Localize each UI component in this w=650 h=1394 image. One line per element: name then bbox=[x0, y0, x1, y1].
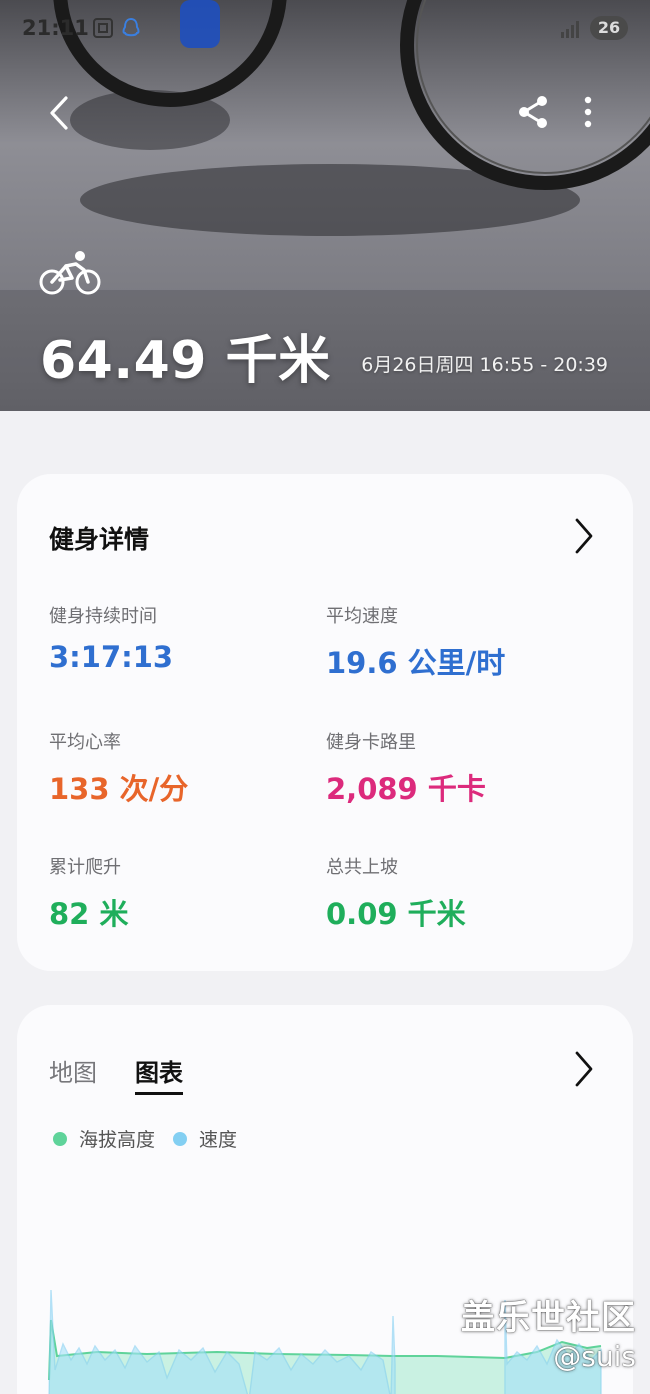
chevron-right-icon[interactable] bbox=[571, 516, 597, 556]
screenshot-icon bbox=[93, 18, 113, 38]
total-distance: 64.49 千米 bbox=[40, 331, 331, 391]
legend-altitude: 海拔高度 bbox=[53, 1125, 155, 1152]
metric-label: 总共上坡 bbox=[326, 857, 398, 878]
share-button[interactable] bbox=[514, 92, 554, 132]
metric-value: 3:17:13 bbox=[49, 640, 174, 674]
more-options-button[interactable] bbox=[572, 92, 604, 132]
chevron-right-icon[interactable] bbox=[571, 1049, 597, 1089]
metric-label: 平均速度 bbox=[326, 606, 398, 627]
status-time: 21:11 bbox=[22, 16, 89, 40]
metric-total-climb: 累计爬升 82 米 bbox=[49, 853, 128, 933]
metric-label: 健身持续时间 bbox=[49, 606, 157, 627]
workout-details-card[interactable]: 健身详情 健身持续时间 3:17:13 平均速度 19.6 公里/时 平均心率 … bbox=[17, 474, 633, 971]
metric-label: 健身卡路里 bbox=[326, 732, 416, 753]
tab-chart[interactable]: 图表 bbox=[135, 1053, 183, 1095]
chart-legend: 海拔高度 速度 bbox=[53, 1125, 255, 1152]
legend-speed: 速度 bbox=[173, 1125, 237, 1152]
card-title: 健身详情 bbox=[49, 525, 150, 554]
metric-uphill-distance: 总共上坡 0.09 千米 bbox=[326, 853, 466, 933]
legend-label: 速度 bbox=[199, 1129, 238, 1151]
workout-datetime: 6月26日周四 16:55 - 20:39 bbox=[361, 354, 608, 376]
tab-map[interactable]: 地图 bbox=[49, 1053, 97, 1088]
metric-duration: 健身持续时间 3:17:13 bbox=[49, 602, 173, 674]
back-button[interactable] bbox=[40, 90, 80, 136]
metric-calories: 健身卡路里 2,089 千卡 bbox=[326, 728, 486, 808]
bicycle-icon bbox=[39, 251, 101, 295]
qq-icon bbox=[122, 17, 140, 37]
signal-icon bbox=[561, 21, 579, 38]
legend-dot bbox=[53, 1131, 67, 1146]
status-bar: 21:11 26 bbox=[0, 0, 650, 58]
metric-label: 累计爬升 bbox=[49, 857, 121, 878]
watermark-user: @suis bbox=[553, 1340, 636, 1373]
legend-dot bbox=[173, 1131, 188, 1146]
metric-value: 133 次/分 bbox=[49, 772, 189, 806]
metric-avg-heart-rate: 平均心率 133 次/分 bbox=[49, 728, 188, 808]
metric-label: 平均心率 bbox=[49, 732, 121, 753]
metric-value: 0.09 千米 bbox=[326, 897, 466, 931]
metric-value: 2,089 千卡 bbox=[326, 772, 486, 806]
metric-value: 82 米 bbox=[49, 897, 129, 931]
metric-avg-speed: 平均速度 19.6 公里/时 bbox=[326, 602, 505, 682]
watermark-site: 盖乐世社区 bbox=[461, 1298, 636, 1338]
metric-value: 19.6 公里/时 bbox=[326, 646, 506, 680]
hero-banner: 21:11 26 64.49 千米 6月26日周四 16:55 - 20:39 bbox=[0, 0, 650, 411]
battery-indicator: 26 bbox=[590, 16, 628, 40]
legend-label: 海拔高度 bbox=[79, 1129, 156, 1151]
